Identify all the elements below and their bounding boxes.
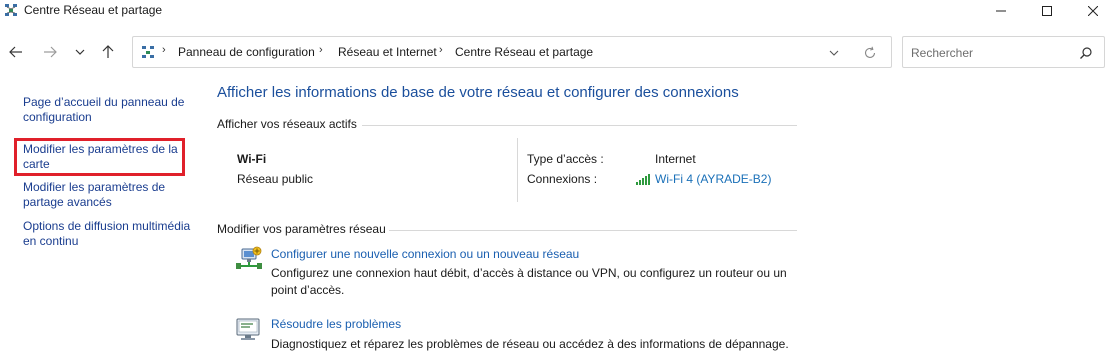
breadcrumb-item[interactable]: Réseau et Internet [338, 45, 437, 59]
maximize-button[interactable] [1024, 0, 1070, 22]
maximize-icon [1042, 6, 1052, 16]
setup-connection-description: Configurez une connexion haut débit, d’a… [271, 266, 787, 297]
access-type-label: Type d’accès : [527, 152, 604, 166]
breadcrumb-separator-icon: › [319, 44, 323, 56]
connections-label: Connexions : [527, 172, 598, 186]
up-button[interactable] [98, 42, 118, 62]
sidebar-item-control-panel-home[interactable]: Page d’accueil du panneau de configurati… [23, 95, 193, 125]
new-connection-icon [236, 246, 262, 269]
breadcrumb-item[interactable]: Panneau de configuration [178, 45, 315, 59]
arrow-left-icon [9, 46, 22, 58]
recent-locations-button[interactable] [70, 42, 90, 62]
minimize-button[interactable] [978, 0, 1024, 22]
search-box[interactable] [902, 36, 1105, 68]
network-name: Wi-Fi [237, 152, 267, 166]
search-icon[interactable] [1079, 46, 1093, 60]
troubleshoot-description: Diagnostiquez et réparez les problèmes d… [271, 337, 789, 351]
window-title: Centre Réseau et partage [24, 3, 163, 17]
title-bar: Centre Réseau et partage [0, 0, 1109, 22]
network-center-icon [5, 4, 17, 16]
breadcrumb-separator-icon: › [439, 44, 443, 56]
connection-link[interactable]: Wi-Fi 4 (AYRADE-B2) [655, 172, 771, 186]
vertical-divider [517, 138, 518, 202]
sidebar-item-media-streaming[interactable]: Options de diffusion multimédia en conti… [23, 219, 193, 249]
active-networks-heading: Afficher vos réseaux actifs [217, 117, 357, 131]
access-type-value: Internet [655, 152, 696, 166]
address-dropdown-button[interactable] [825, 45, 843, 61]
search-input[interactable] [911, 44, 1071, 62]
address-bar[interactable]: › Panneau de configuration › Réseau et I… [132, 36, 892, 68]
network-type[interactable]: Réseau public [237, 172, 313, 186]
modify-settings-heading: Modifier vos paramètres réseau [217, 222, 386, 236]
setup-connection-link[interactable]: Configurer une nouvelle connexion ou un … [271, 247, 579, 261]
close-button[interactable] [1070, 0, 1109, 22]
forward-button[interactable] [40, 42, 60, 62]
troubleshoot-icon [236, 318, 260, 340]
highlight-box [14, 138, 185, 176]
refresh-button[interactable] [861, 44, 879, 62]
chevron-down-icon [829, 50, 839, 56]
section-divider [389, 230, 797, 231]
back-button[interactable] [6, 42, 26, 62]
sidebar-item-advanced-sharing[interactable]: Modifier les paramètres de partage avanc… [23, 180, 193, 210]
navigation-bar: › Panneau de configuration › Réseau et I… [0, 34, 1109, 70]
breadcrumb-item[interactable]: Centre Réseau et partage [455, 45, 593, 59]
troubleshoot-link[interactable]: Résoudre les problèmes [271, 317, 401, 331]
arrow-right-icon [44, 46, 57, 58]
minimize-icon [996, 10, 1006, 12]
breadcrumb-separator-icon: › [162, 44, 166, 56]
arrow-up-icon [102, 45, 114, 58]
network-center-icon [142, 46, 154, 58]
section-divider [362, 125, 797, 126]
wifi-signal-icon [636, 174, 650, 185]
close-icon [1088, 6, 1098, 16]
page-title: Afficher les informations de base de vot… [217, 84, 739, 101]
refresh-icon [864, 46, 876, 58]
chevron-down-icon [75, 49, 85, 55]
